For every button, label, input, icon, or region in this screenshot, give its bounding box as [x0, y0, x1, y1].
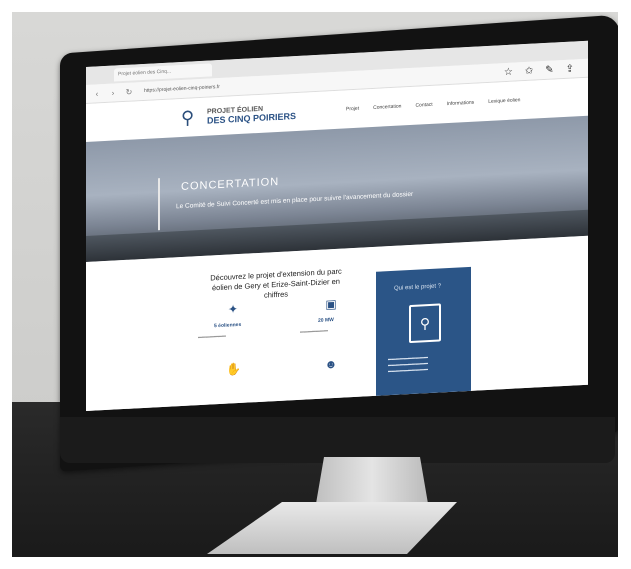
- monitor-chin: [60, 417, 615, 463]
- turbine-icon: ✦: [227, 302, 239, 317]
- document-icon: ⚲: [409, 303, 441, 344]
- forward-button[interactable]: ›: [108, 88, 118, 98]
- favorites-icon[interactable]: ✩: [525, 65, 533, 76]
- feature-label-2: 20 MW: [318, 317, 334, 324]
- wind-turbine: [158, 178, 160, 231]
- content-section: Découvrez le projet d'extension du parc …: [86, 235, 588, 412]
- nav-contact[interactable]: Contact: [415, 102, 432, 109]
- hand-icon: ✋: [226, 361, 241, 377]
- star-icon[interactable]: ☆: [504, 66, 513, 77]
- pen-icon[interactable]: ✎: [545, 64, 553, 75]
- project-card[interactable]: Qui est le projet ? ⚲ ▬▬▬▬▬▬▬▬▬▬ ▬▬▬▬▬▬▬…: [376, 266, 471, 397]
- nav-concertation[interactable]: Concertation: [373, 103, 401, 110]
- refresh-button[interactable]: ↻: [124, 87, 134, 97]
- photo-frame: Projet éolien des Cinq... ‹ › ↻ https://…: [12, 12, 618, 557]
- hero-subtitle: Le Comité de Suivi Concerté est mis en p…: [176, 190, 414, 211]
- card-title: Qui est le projet ?: [394, 283, 442, 292]
- logo-icon: ⚲: [181, 107, 195, 129]
- site-nav: Projet Concertation Contact Informations…: [346, 97, 520, 112]
- feature-desc-1: ▬▬▬▬▬▬▬: [198, 332, 226, 340]
- factory-icon: ▣: [325, 296, 337, 312]
- logo-bottom: DES CINQ POIRIERS: [207, 110, 297, 126]
- toolbar: ☆ ✩ ✎ ⇪: [504, 63, 582, 78]
- feature-desc-2: ▬▬▬▬▬▬▬: [300, 327, 328, 334]
- tab-label: Projet éolien des Cinq...: [118, 68, 172, 78]
- back-button[interactable]: ‹: [92, 89, 102, 99]
- feature-label-1: 5 éoliennes: [214, 321, 242, 330]
- site-logo[interactable]: PROJET ÉOLIEN DES CINQ POIRIERS: [207, 103, 296, 126]
- screen: Projet éolien des Cinq... ‹ › ↻ https://…: [86, 40, 588, 412]
- share-icon[interactable]: ⇪: [566, 63, 574, 74]
- nav-projet[interactable]: Projet: [346, 106, 359, 113]
- apple-logo-icon: [304, 428, 316, 442]
- nav-lexique[interactable]: Lexique éolien: [488, 97, 520, 105]
- person-icon: ☻: [324, 356, 338, 372]
- hero-title: CONCERTATION: [181, 175, 280, 194]
- nav-informations[interactable]: Informations: [447, 100, 475, 107]
- card-text: ▬▬▬▬▬▬▬▬▬▬ ▬▬▬▬▬▬▬▬▬▬ ▬▬▬▬▬▬▬▬▬▬: [388, 354, 428, 374]
